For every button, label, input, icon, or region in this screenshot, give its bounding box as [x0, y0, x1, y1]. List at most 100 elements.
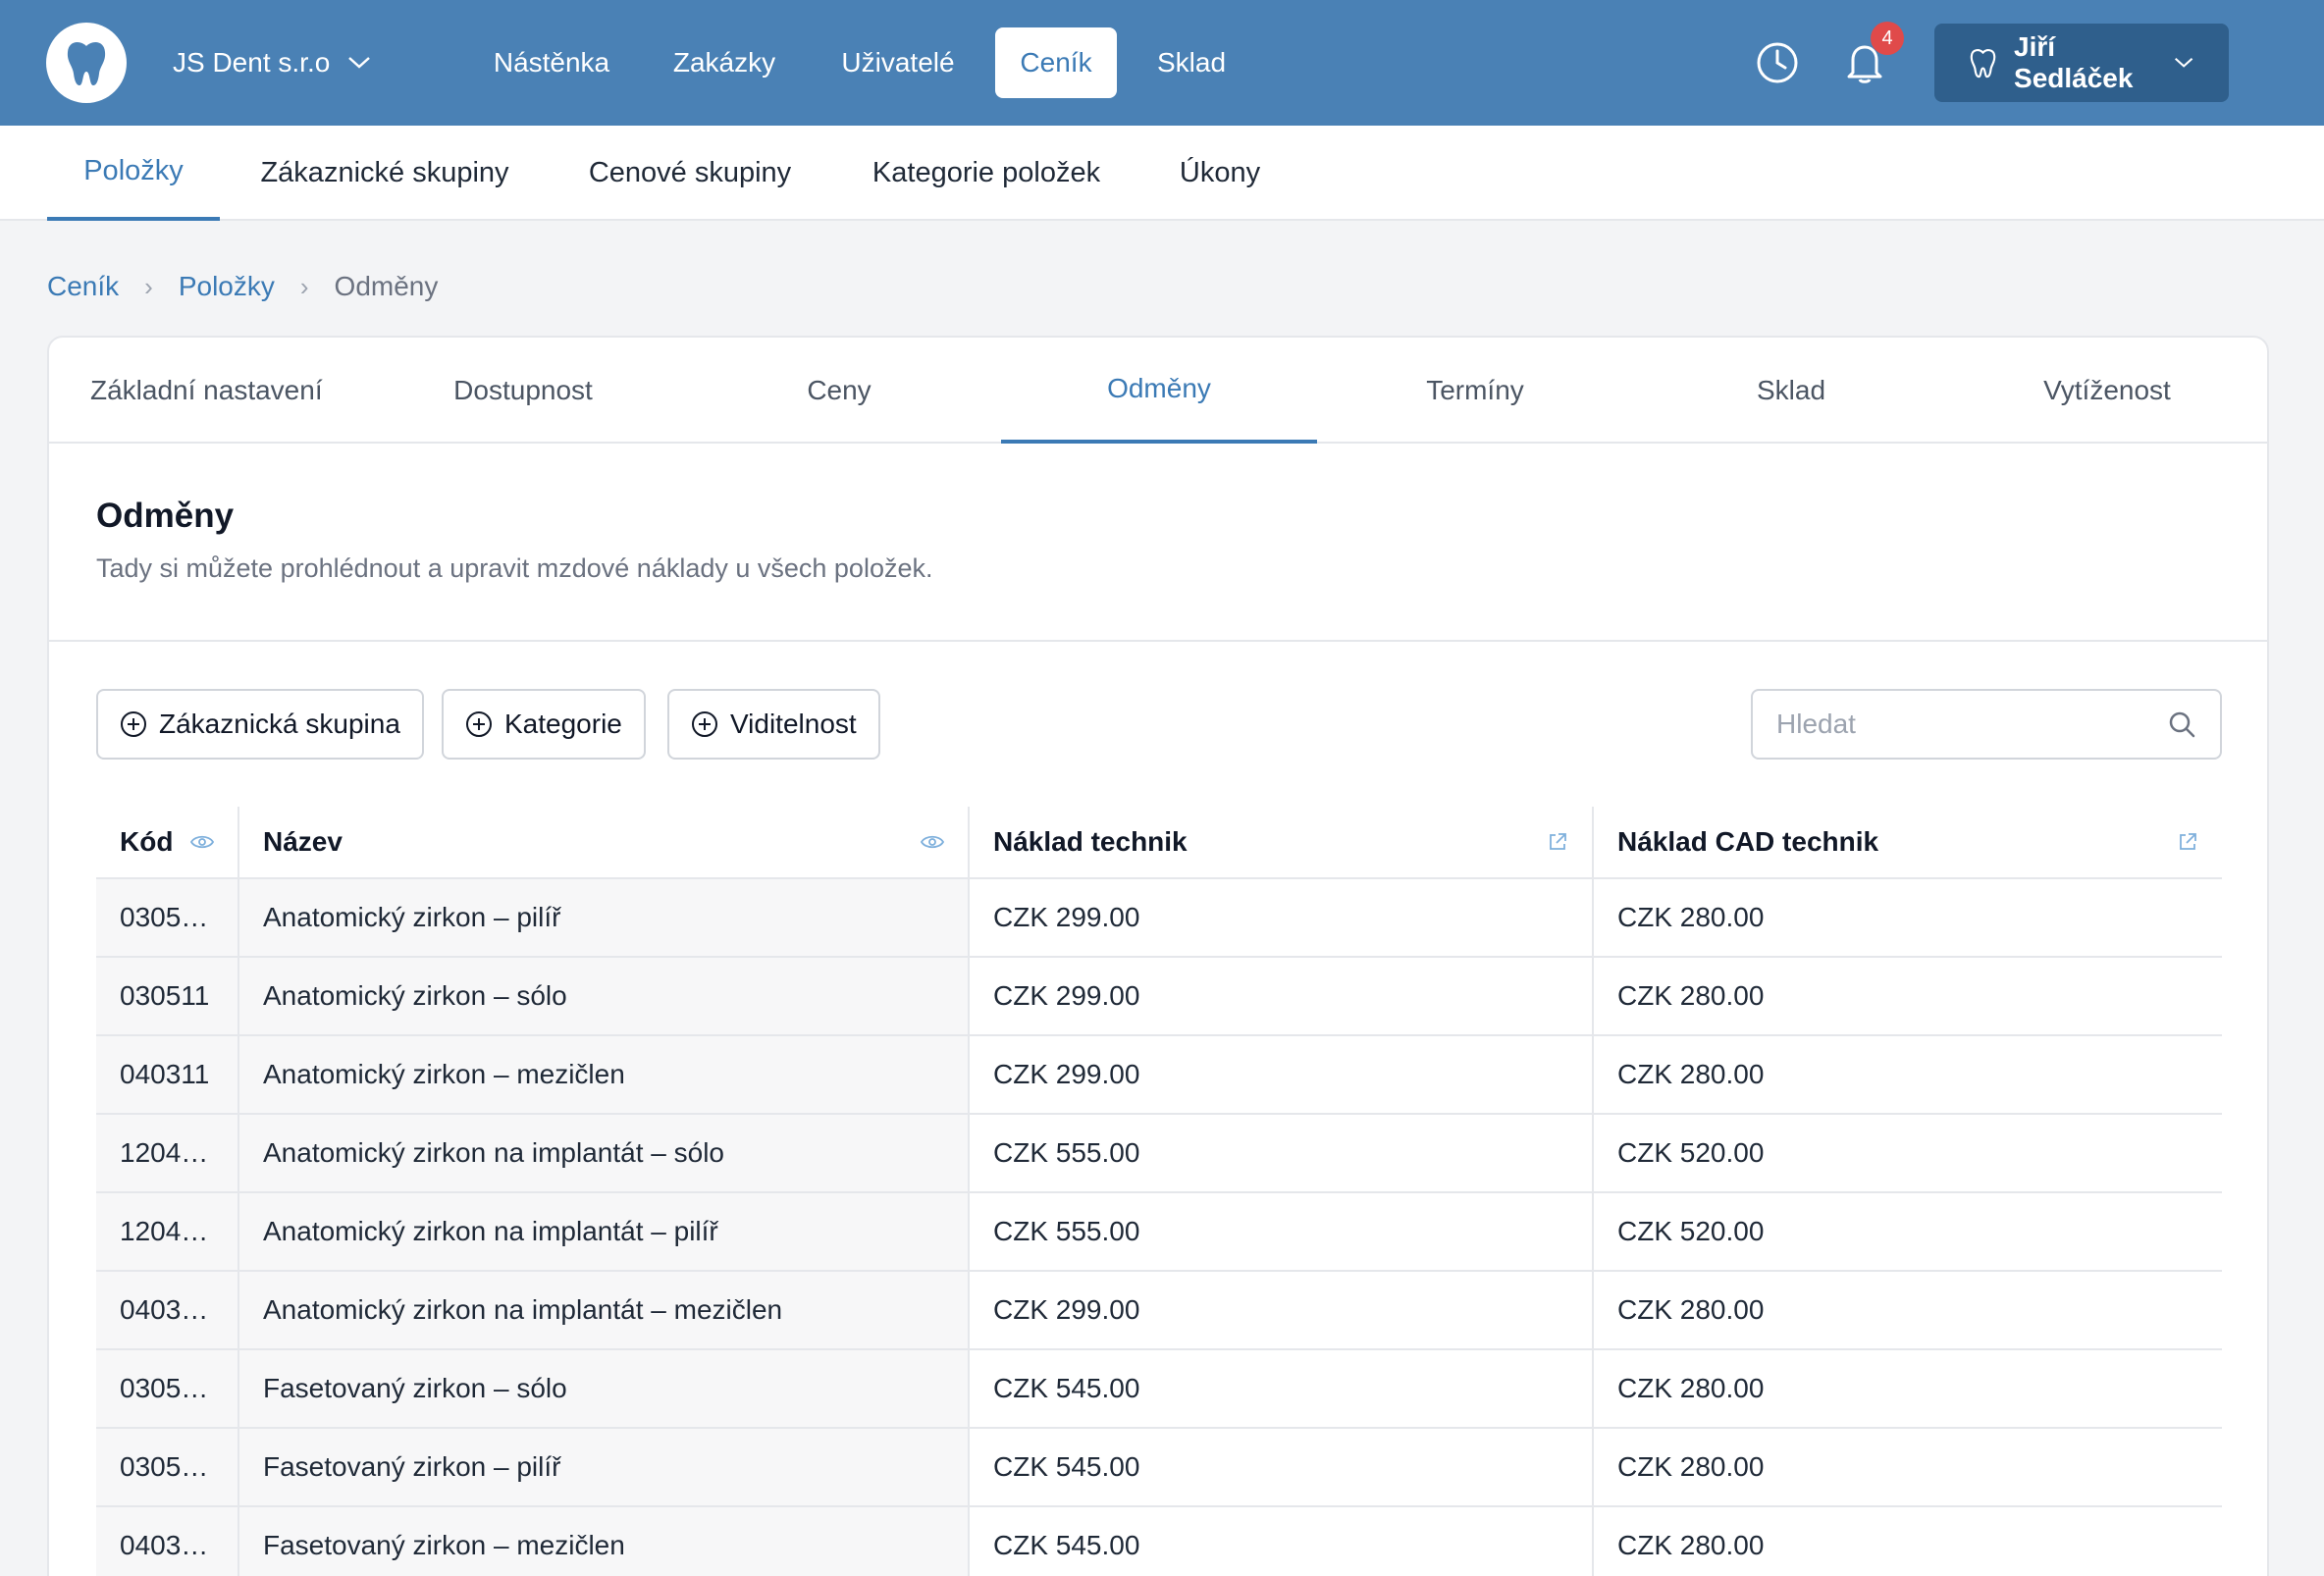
subtab-cenove-skupiny[interactable]: Cenové skupiny	[569, 126, 811, 221]
tab-label: Termíny	[1426, 375, 1524, 405]
tooth-icon	[1970, 49, 1996, 79]
eye-icon[interactable]	[190, 834, 214, 850]
subtab-label: Kategorie položek	[872, 157, 1101, 188]
filter-visibility-button[interactable]: Viditelnost	[667, 689, 880, 760]
section-title: Odměny	[96, 497, 235, 535]
cell-code: 040311	[96, 1036, 239, 1113]
breadcrumb-cenik[interactable]: Ceník	[47, 271, 119, 302]
cell-cad-cost[interactable]: CZK 520.00	[1594, 1115, 2222, 1191]
subtab-label: Cenové skupiny	[588, 157, 792, 188]
table-row[interactable]: 0305… Fasetovaný zirkon – pilíř CZK 545.…	[96, 1429, 2222, 1507]
table-row[interactable]: 0403… Anatomický zirkon na implantát – m…	[96, 1272, 2222, 1350]
tab-vytizenost[interactable]: Vytíženost	[1949, 338, 2265, 444]
column-header-technician-cost[interactable]: Náklad technik	[970, 807, 1594, 877]
cell-technician-cost[interactable]: CZK 299.00	[970, 958, 1594, 1034]
cell-cad-cost[interactable]: CZK 280.00	[1594, 879, 2222, 956]
tab-label: Sklad	[1756, 375, 1826, 405]
search-input[interactable]	[1776, 709, 2167, 740]
cell-cad-cost[interactable]: CZK 280.00	[1594, 1350, 2222, 1427]
chevron-down-icon	[348, 57, 371, 69]
button-label: Kategorie	[504, 709, 622, 739]
column-header-name[interactable]: Název	[239, 807, 970, 877]
external-link-icon[interactable]	[2177, 831, 2198, 853]
cell-code: 0403…	[96, 1272, 239, 1348]
cell-code: 1204…	[96, 1193, 239, 1270]
nav-zakazky[interactable]: Zakázky	[656, 27, 793, 98]
table-row[interactable]: 1204… Anatomický zirkon na implantát – p…	[96, 1193, 2222, 1272]
history-button[interactable]	[1754, 39, 1801, 86]
cell-cad-cost[interactable]: CZK 280.00	[1594, 1429, 2222, 1505]
filter-customer-group-button[interactable]: Zákaznická skupina	[96, 689, 424, 760]
chevron-right-icon: ›	[299, 271, 309, 301]
cell-technician-cost[interactable]: CZK 545.00	[970, 1350, 1594, 1427]
tab-odmeny[interactable]: Odměny	[1001, 338, 1317, 444]
nav-uzivatele[interactable]: Uživatelé	[820, 27, 976, 98]
tab-zakladni-nastaveni[interactable]: Základní nastavení	[49, 338, 365, 444]
tab-label: Ceny	[807, 375, 872, 405]
cell-cad-cost[interactable]: CZK 520.00	[1594, 1193, 2222, 1270]
header-label: Náklad technik	[993, 826, 1188, 857]
subtab-ukony[interactable]: Úkony	[1168, 126, 1272, 221]
table-row[interactable]: 040311 Anatomický zirkon – mezičlen CZK …	[96, 1036, 2222, 1115]
nav-sklad[interactable]: Sklad	[1138, 27, 1244, 98]
rewards-table: Kód Název Náklad technik Náklad CAD tech…	[96, 807, 2222, 1576]
top-bar: JS Dent s.r.o Nástěnka Zakázky Uživatelé…	[0, 0, 2324, 126]
cell-cad-cost[interactable]: CZK 280.00	[1594, 1507, 2222, 1576]
logo[interactable]	[46, 23, 127, 103]
cell-technician-cost[interactable]: CZK 555.00	[970, 1115, 1594, 1191]
breadcrumb: Ceník › Položky › Odměny	[47, 267, 438, 306]
tab-ceny[interactable]: Ceny	[681, 338, 997, 444]
user-name: Jiří Sedláček	[2014, 31, 2134, 93]
cell-technician-cost[interactable]: CZK 299.00	[970, 1272, 1594, 1348]
company-switcher[interactable]: JS Dent s.r.o	[173, 43, 371, 82]
cell-cad-cost[interactable]: CZK 280.00	[1594, 958, 2222, 1034]
nav-label: Uživatelé	[841, 47, 955, 78]
clock-icon	[1757, 42, 1798, 83]
cell-code: 0305…	[96, 1350, 239, 1427]
cell-technician-cost[interactable]: CZK 299.00	[970, 879, 1594, 956]
breadcrumb-polozky[interactable]: Položky	[179, 271, 275, 302]
subtab-label: Položky	[83, 155, 184, 186]
filter-category-button[interactable]: Kategorie	[442, 689, 646, 760]
nav-label: Sklad	[1156, 47, 1227, 78]
plus-circle-icon	[692, 711, 717, 737]
cell-name: Anatomický zirkon – sólo	[239, 958, 970, 1034]
cell-technician-cost[interactable]: CZK 545.00	[970, 1429, 1594, 1505]
cell-cad-cost[interactable]: CZK 280.00	[1594, 1036, 2222, 1113]
sub-navigation: Položky Zákaznické skupiny Cenové skupin…	[0, 126, 2324, 221]
nav-cenik[interactable]: Ceník	[995, 27, 1117, 98]
tab-label: Odměny	[1107, 373, 1211, 403]
table-row[interactable]: 030511 Anatomický zirkon – sólo CZK 299.…	[96, 958, 2222, 1036]
cell-name: Anatomický zirkon – mezičlen	[239, 1036, 970, 1113]
tab-label: Vytíženost	[2043, 375, 2171, 405]
column-header-cad-technician-cost[interactable]: Náklad CAD technik	[1594, 807, 2222, 877]
cell-technician-cost[interactable]: CZK 545.00	[970, 1507, 1594, 1576]
breadcrumb-current: Odměny	[334, 271, 439, 301]
search-icon[interactable]	[2167, 709, 2196, 739]
cell-name: Fasetovaný zirkon – sólo	[239, 1350, 970, 1427]
cell-technician-cost[interactable]: CZK 555.00	[970, 1193, 1594, 1270]
subtab-zakaznicke-skupiny[interactable]: Zákaznické skupiny	[239, 126, 530, 221]
plus-circle-icon	[466, 711, 492, 737]
eye-icon[interactable]	[921, 834, 944, 850]
nav-nastenka[interactable]: Nástěnka	[475, 27, 628, 98]
table-row[interactable]: 0403… Fasetovaný zirkon – mezičlen CZK 5…	[96, 1507, 2222, 1576]
subtab-polozky[interactable]: Položky	[47, 126, 220, 221]
external-link-icon[interactable]	[1547, 831, 1568, 853]
cell-cad-cost[interactable]: CZK 280.00	[1594, 1272, 2222, 1348]
subtab-label: Úkony	[1179, 157, 1261, 188]
cell-name: Anatomický zirkon na implantát – mezičle…	[239, 1272, 970, 1348]
tab-sklad[interactable]: Sklad	[1633, 338, 1949, 444]
table-row[interactable]: 1204… Anatomický zirkon na implantát – s…	[96, 1115, 2222, 1193]
table-row[interactable]: 0305… Anatomický zirkon – pilíř CZK 299.…	[96, 879, 2222, 958]
tab-dostupnost[interactable]: Dostupnost	[365, 338, 681, 444]
user-menu-button[interactable]: Jiří Sedláček	[1934, 24, 2229, 102]
item-tabs: Základní nastavení Dostupnost Ceny Odměn…	[49, 338, 2267, 444]
subtab-kategorie-polozek[interactable]: Kategorie položek	[854, 126, 1119, 221]
column-header-code[interactable]: Kód	[96, 807, 239, 877]
cell-name: Anatomický zirkon – pilíř	[239, 879, 970, 956]
table-header: Kód Název Náklad technik Náklad CAD tech…	[96, 807, 2222, 879]
table-row[interactable]: 0305… Fasetovaný zirkon – sólo CZK 545.0…	[96, 1350, 2222, 1429]
cell-technician-cost[interactable]: CZK 299.00	[970, 1036, 1594, 1113]
tab-terminy[interactable]: Termíny	[1317, 338, 1633, 444]
